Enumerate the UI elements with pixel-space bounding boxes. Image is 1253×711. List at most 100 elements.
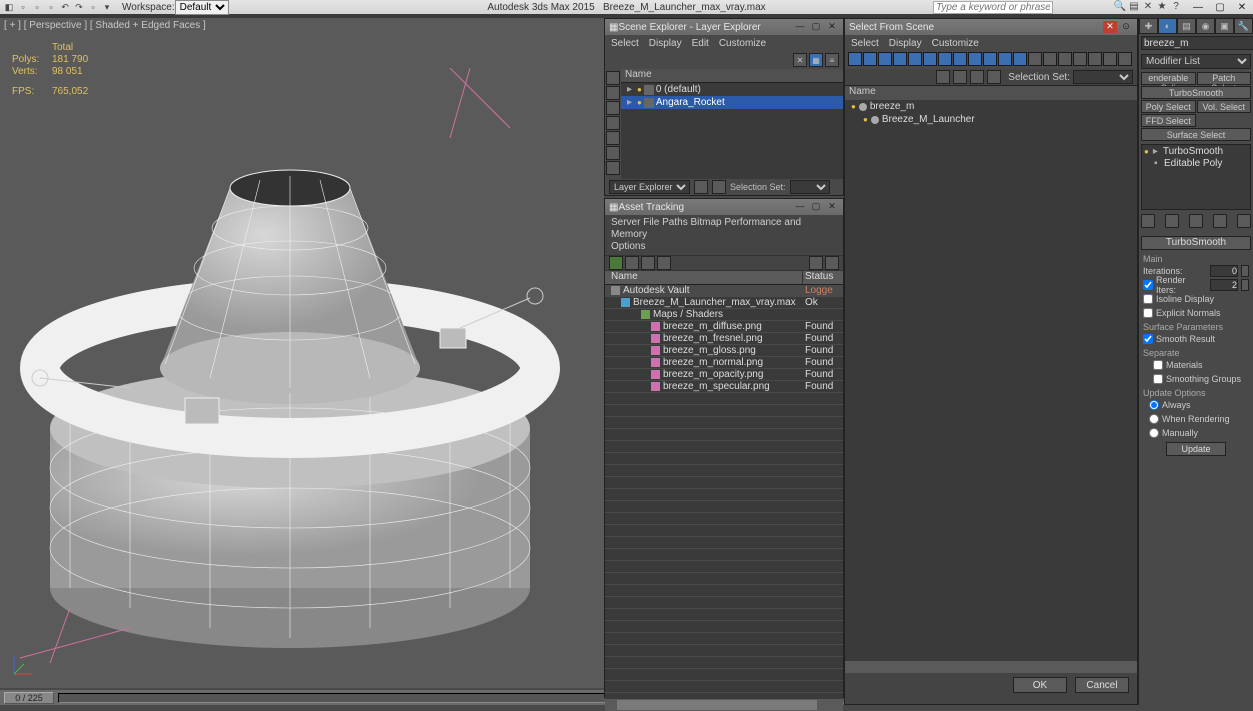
column-status[interactable]: Status [803,271,843,284]
at-btn6-icon[interactable] [825,256,839,270]
smoothing-groups-checkbox[interactable] [1153,374,1163,384]
tab-utilities-icon[interactable]: 🔧 [1234,18,1253,34]
mod-btn[interactable]: Surface Select [1141,128,1251,141]
filter-bone-icon[interactable] [606,161,620,175]
filter-icon[interactable] [1013,52,1027,66]
bulb-icon[interactable]: ● [851,102,856,111]
filter-icon[interactable] [998,52,1012,66]
filter-icon[interactable] [923,52,937,66]
viewport-label[interactable]: [ + ] [ Perspective ] [ Shaded + Edged F… [4,20,206,31]
always-radio[interactable] [1149,400,1159,410]
filter-cameras-icon[interactable] [606,116,620,130]
time-slider[interactable]: 0 / 225 [4,692,54,704]
smooth-result-checkbox[interactable] [1143,334,1153,344]
asset-row[interactable]: breeze_m_gloss.pngFound [605,345,843,357]
asset-hscrollbar[interactable] [605,699,843,711]
filter-icon[interactable] [1103,52,1117,66]
tab-hierarchy-icon[interactable]: ▤ [1177,18,1196,34]
tab-create-icon[interactable]: ✚ [1139,18,1158,34]
asset-grid[interactable]: Autodesk VaultLogge Breeze_M_Launcher_ma… [605,285,843,699]
stack-item-editable-poly[interactable]: ▪Editable Poly [1142,157,1250,169]
filter-icon[interactable] [878,52,892,66]
menu-display[interactable]: Display [889,38,922,49]
help-icon[interactable]: ? [1169,1,1183,13]
rollout-header[interactable]: TurboSmooth [1141,236,1251,250]
more-icon[interactable]: ▾ [100,1,114,13]
maximize-icon[interactable]: ▢ [809,21,823,33]
filter-icon[interactable] [1058,52,1072,66]
redo-icon[interactable]: ↷ [72,1,86,13]
column-name[interactable]: Name [605,271,803,284]
filter-icon[interactable] [893,52,907,66]
refresh-icon[interactable] [609,256,623,270]
render-iters-checkbox[interactable] [1143,280,1153,290]
select-from-tree[interactable]: Name ●breeze_m ●Breeze_M_Launcher [845,85,1137,661]
filter-icon[interactable] [908,52,922,66]
asset-row[interactable]: breeze_m_specular.pngFound [605,381,843,393]
asset-row[interactable]: breeze_m_opacity.pngFound [605,369,843,381]
filter-icon[interactable] [1073,52,1087,66]
at-btn3-icon[interactable] [641,256,655,270]
filter-shapes-icon[interactable] [606,86,620,100]
minimize-icon[interactable]: — [793,201,807,213]
menu-display[interactable]: Display [649,38,682,49]
at-btn5-icon[interactable] [809,256,823,270]
menu-customize[interactable]: Customize [932,38,979,49]
asset-row[interactable]: Autodesk VaultLogge [605,285,843,297]
mod-btn[interactable]: enderable Spli [1141,72,1196,85]
footer-btn1-icon[interactable] [694,180,708,194]
maximize-button[interactable]: ▢ [1209,0,1231,14]
iterations-input[interactable] [1210,265,1238,277]
at-btn4-icon[interactable] [657,256,671,270]
new-icon[interactable]: ▫ [16,1,30,13]
tool-icon[interactable] [987,70,1001,84]
tool-icon[interactable] [936,70,950,84]
mod-btn[interactable]: Vol. Select [1197,100,1252,113]
filter-icon[interactable] [863,52,877,66]
tool-icon[interactable] [953,70,967,84]
filter-geometry-icon[interactable] [606,71,620,85]
scene-explorer-titlebar[interactable]: ▦ Scene Explorer - Layer Explorer — ▢ ✕ [605,19,843,35]
expand-icon[interactable]: ▸ [627,97,637,108]
workspace-dropdown[interactable]: Default [175,0,229,15]
show-result-icon[interactable] [1165,214,1179,228]
filter-icon[interactable] [848,52,862,66]
mod-btn[interactable]: FFD Select [1141,114,1196,127]
menu-select[interactable]: Select [611,38,639,49]
tree-header-name[interactable]: Name [845,86,1137,100]
asset-row[interactable]: Breeze_M_Launcher_max_vray.maxOk [605,297,843,309]
expand-icon[interactable]: ▸ [627,84,637,95]
modifier-stack[interactable]: ●▸TurboSmooth ▪Editable Poly [1141,144,1251,210]
filter-helpers-icon[interactable] [606,131,620,145]
update-button[interactable]: Update [1166,442,1226,456]
asset-row[interactable]: breeze_m_diffuse.pngFound [605,321,843,333]
stack-item-turbosmooth[interactable]: ●▸TurboSmooth [1142,145,1250,157]
menu-select[interactable]: Select [851,38,879,49]
close-icon[interactable]: ✕ [825,201,839,213]
tool-icon[interactable] [970,70,984,84]
tree-header-name[interactable]: Name [621,69,843,83]
pin-stack-icon[interactable] [1141,214,1155,228]
filter-icon[interactable] [983,52,997,66]
asset-row[interactable]: Maps / Shaders [605,309,843,321]
viewport-perspective[interactable]: [ + ] [ Perspective ] [ Shaded + Edged F… [0,18,604,688]
maximize-icon[interactable]: ▢ [809,201,823,213]
menu-customize[interactable]: Customize [719,38,766,49]
bulb-icon[interactable]: ● [637,98,642,107]
filter-icon[interactable] [953,52,967,66]
filter-icon[interactable] [1043,52,1057,66]
render-iters-input[interactable] [1210,279,1238,291]
mod-btn[interactable]: Poly Select [1141,100,1196,113]
when-rendering-radio[interactable] [1149,414,1159,424]
asset-row[interactable]: breeze_m_normal.pngFound [605,357,843,369]
remove-mod-icon[interactable] [1213,214,1227,228]
asset-tracking-titlebar[interactable]: ▦ Asset Tracking — ▢ ✕ [605,199,843,215]
at-btn2-icon[interactable] [625,256,639,270]
modifier-list-dropdown[interactable]: Modifier List [1141,54,1251,69]
footer-btn2-icon[interactable] [712,180,726,194]
link-icon[interactable]: ▫ [86,1,100,13]
object-row-breeze[interactable]: ●breeze_m [845,100,1137,113]
object-row-launcher[interactable]: ●Breeze_M_Launcher [845,113,1137,126]
ok-button[interactable]: OK [1013,677,1067,693]
selection-set-dropdown[interactable] [790,180,830,194]
